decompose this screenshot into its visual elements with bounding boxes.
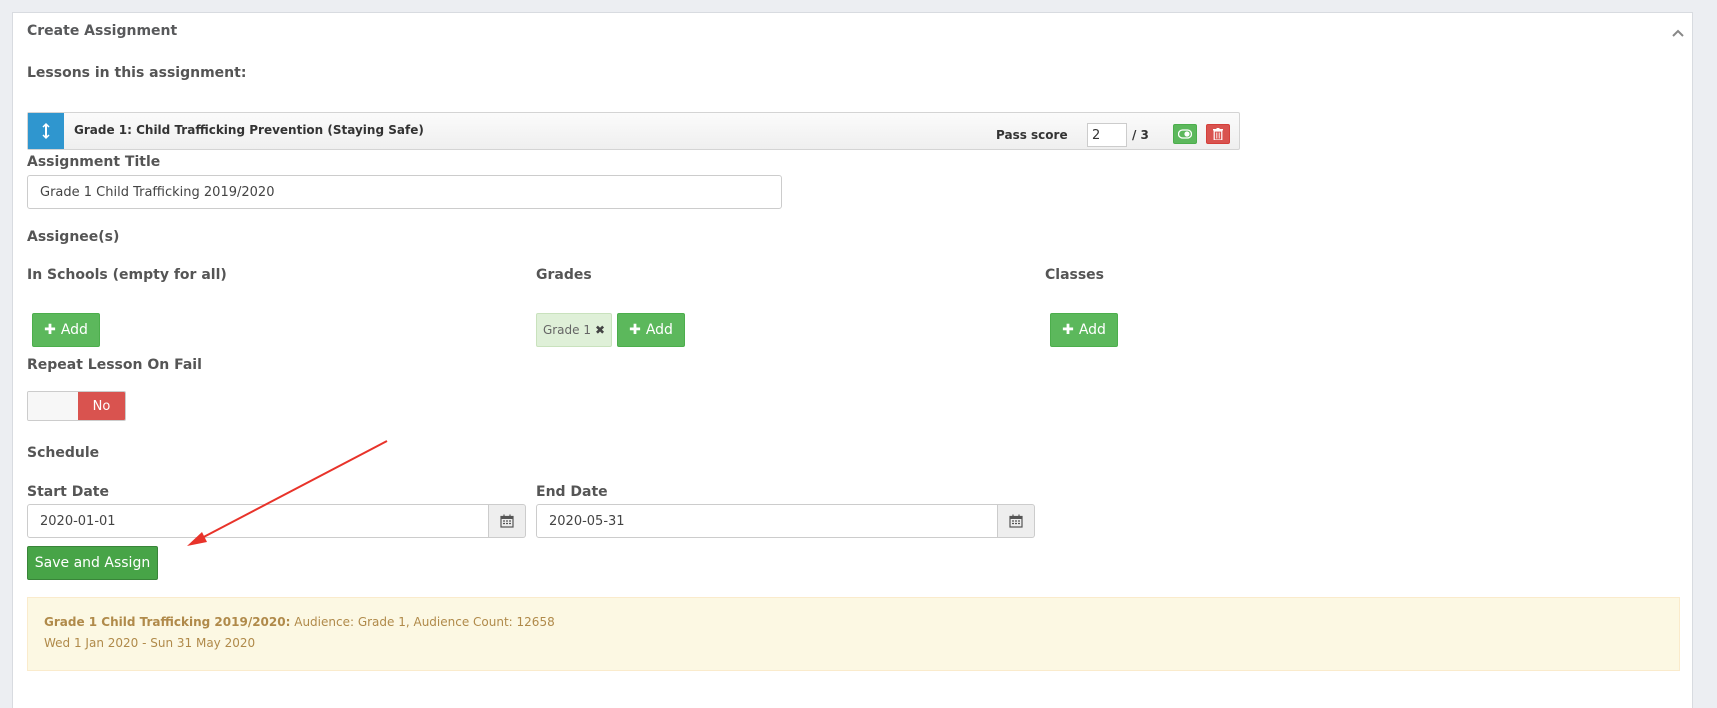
annotation-arrow: [187, 440, 388, 546]
